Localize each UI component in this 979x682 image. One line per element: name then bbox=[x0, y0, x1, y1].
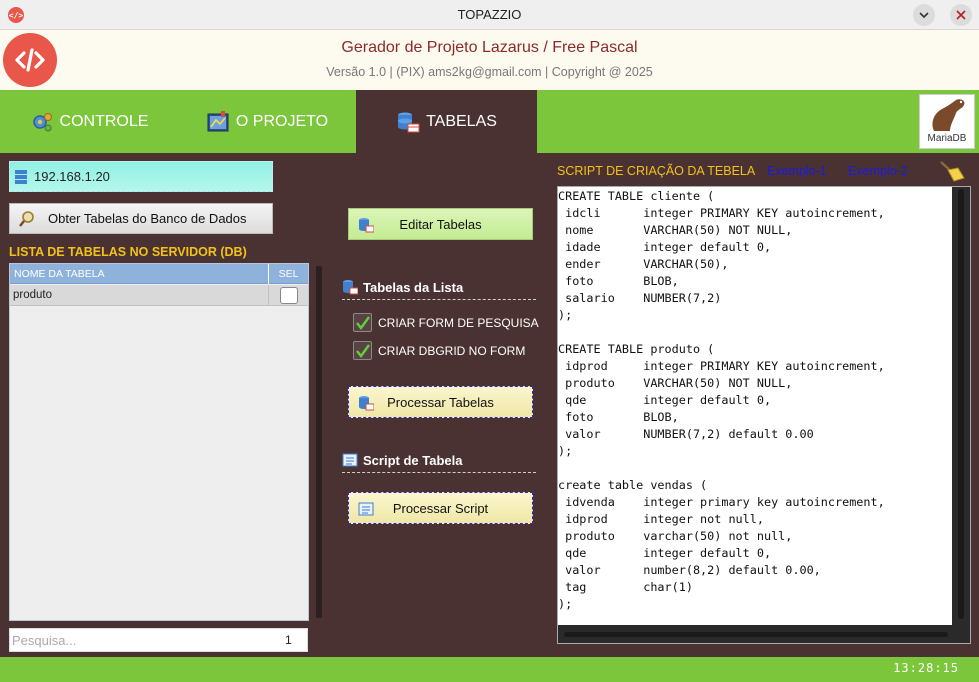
checkmark-icon bbox=[355, 343, 370, 358]
section-script-de-tabela-label: Script de Tabela bbox=[363, 452, 463, 468]
clock: 13:28:15 bbox=[893, 661, 959, 675]
divider bbox=[342, 472, 536, 473]
close-button[interactable] bbox=[950, 4, 972, 26]
tables-grid[interactable]: NOME DA TABELA SEL produto bbox=[9, 263, 309, 621]
select-checkbox[interactable] bbox=[280, 287, 298, 304]
processar-tabelas-button[interactable]: Processar Tabelas bbox=[348, 386, 533, 418]
panel-splitter[interactable] bbox=[316, 266, 322, 618]
tab-o-projeto-label: O PROJETO bbox=[235, 112, 329, 130]
tab-controle[interactable]: CONTROLE bbox=[0, 90, 178, 153]
table-row[interactable]: produto bbox=[10, 285, 308, 306]
app-header: Gerador de Projeto Lazarus / Free Pascal… bbox=[0, 30, 979, 90]
column-separator bbox=[268, 285, 269, 306]
checkbox-box[interactable] bbox=[353, 341, 372, 360]
column-header-sel[interactable]: SEL bbox=[268, 264, 308, 284]
tab-tabelas-label: TABELAS bbox=[426, 112, 497, 130]
project-icon bbox=[206, 110, 230, 134]
checkmark-icon bbox=[355, 315, 370, 330]
section-tabelas-da-lista-label: Tabelas da Lista bbox=[363, 279, 464, 295]
server-icon bbox=[15, 169, 27, 184]
gear-icon bbox=[30, 110, 54, 134]
search-box: 1 bbox=[9, 628, 308, 652]
obter-tabelas-button[interactable]: Obter Tabelas do Banco de Dados bbox=[9, 203, 273, 234]
grid-header: NOME DA TABELA SEL bbox=[10, 264, 308, 284]
column-header-nome[interactable]: NOME DA TABELA bbox=[14, 268, 105, 280]
tab-controle-label: CONTROLE bbox=[59, 112, 149, 130]
criar-dbgrid-label: CRIAR DBGRID NO FORM bbox=[378, 343, 526, 358]
scrollbar-thumb[interactable] bbox=[564, 632, 948, 637]
tab-tabelas[interactable]: TABELAS bbox=[356, 90, 537, 153]
exemplo-1-link[interactable]: Exemplo-1 bbox=[767, 164, 827, 178]
script-heading: SCRIPT DE CRIAÇÃO DA TEBELA bbox=[557, 164, 756, 178]
obter-tabelas-label: Obter Tabelas do Banco de Dados bbox=[48, 211, 247, 226]
processar-script-label: Processar Script bbox=[392, 500, 489, 516]
database-icon bbox=[343, 280, 358, 295]
search-input[interactable] bbox=[10, 629, 260, 651]
script-icon bbox=[342, 453, 358, 467]
close-icon bbox=[956, 10, 966, 20]
processar-tabelas-label: Processar Tabelas bbox=[387, 394, 494, 410]
table-row-name: produto bbox=[13, 289, 53, 301]
record-count: 1 bbox=[285, 633, 292, 647]
script-text[interactable]: CREATE TABLE cliente ( idcli integer PRI… bbox=[558, 188, 948, 613]
criar-form-label: CRIAR FORM DE PESQUISA bbox=[378, 315, 539, 330]
status-bar: 13:28:15 bbox=[0, 657, 979, 682]
clear-broom-icon[interactable] bbox=[938, 160, 966, 186]
section-tabelas-da-lista: Tabelas da Lista bbox=[342, 279, 463, 295]
app-title: Gerador de Projeto Lazarus / Free Pascal bbox=[341, 39, 638, 56]
editar-tabelas-button[interactable]: Editar Tabelas bbox=[348, 208, 533, 240]
vertical-scrollbar[interactable] bbox=[952, 187, 970, 625]
exemplo-2-link[interactable]: Exemplo-2 bbox=[848, 164, 908, 178]
search-icon bbox=[19, 210, 34, 227]
script-editor[interactable]: CREATE TABLE cliente ( idcli integer PRI… bbox=[557, 186, 971, 644]
mariadb-logo-text: MariaDB bbox=[927, 133, 967, 144]
host-field[interactable]: 192.168.1.20 bbox=[9, 161, 273, 192]
divider bbox=[342, 299, 536, 300]
host-value: 192.168.1.20 bbox=[34, 169, 110, 184]
mariadb-logo: MariaDB bbox=[919, 94, 975, 149]
horizontal-scrollbar[interactable] bbox=[558, 625, 970, 643]
criar-dbgrid-checkbox[interactable]: CRIAR DBGRID NO FORM bbox=[353, 341, 525, 360]
chevron-down-icon bbox=[919, 12, 929, 19]
window-titlebar: </> TOPAZZIO bbox=[0, 0, 979, 30]
criar-form-checkbox[interactable]: CRIAR FORM DE PESQUISA bbox=[353, 313, 539, 332]
scrollbar-thumb[interactable] bbox=[958, 189, 964, 619]
app-subtitle: Versão 1.0 | (PIX) ams2kg@gmail.com | Co… bbox=[326, 65, 653, 79]
tab-bar: CONTROLE O PROJETO TABELAS MariaDB bbox=[0, 90, 979, 153]
tab-o-projeto[interactable]: O PROJETO bbox=[178, 90, 356, 153]
processar-script-button[interactable]: Processar Script bbox=[348, 492, 533, 524]
minimize-button[interactable] bbox=[913, 4, 935, 26]
seal-icon bbox=[932, 99, 965, 131]
section-script-de-tabela: Script de Tabela bbox=[342, 452, 462, 468]
checkbox-box[interactable] bbox=[353, 313, 372, 332]
table-list-heading: LISTA DE TABELAS NO SERVIDOR (DB) bbox=[9, 245, 247, 259]
database-icon bbox=[396, 110, 420, 134]
editar-tabelas-label: Editar Tabelas bbox=[399, 216, 482, 232]
window-title: TOPAZZIO bbox=[457, 7, 522, 22]
